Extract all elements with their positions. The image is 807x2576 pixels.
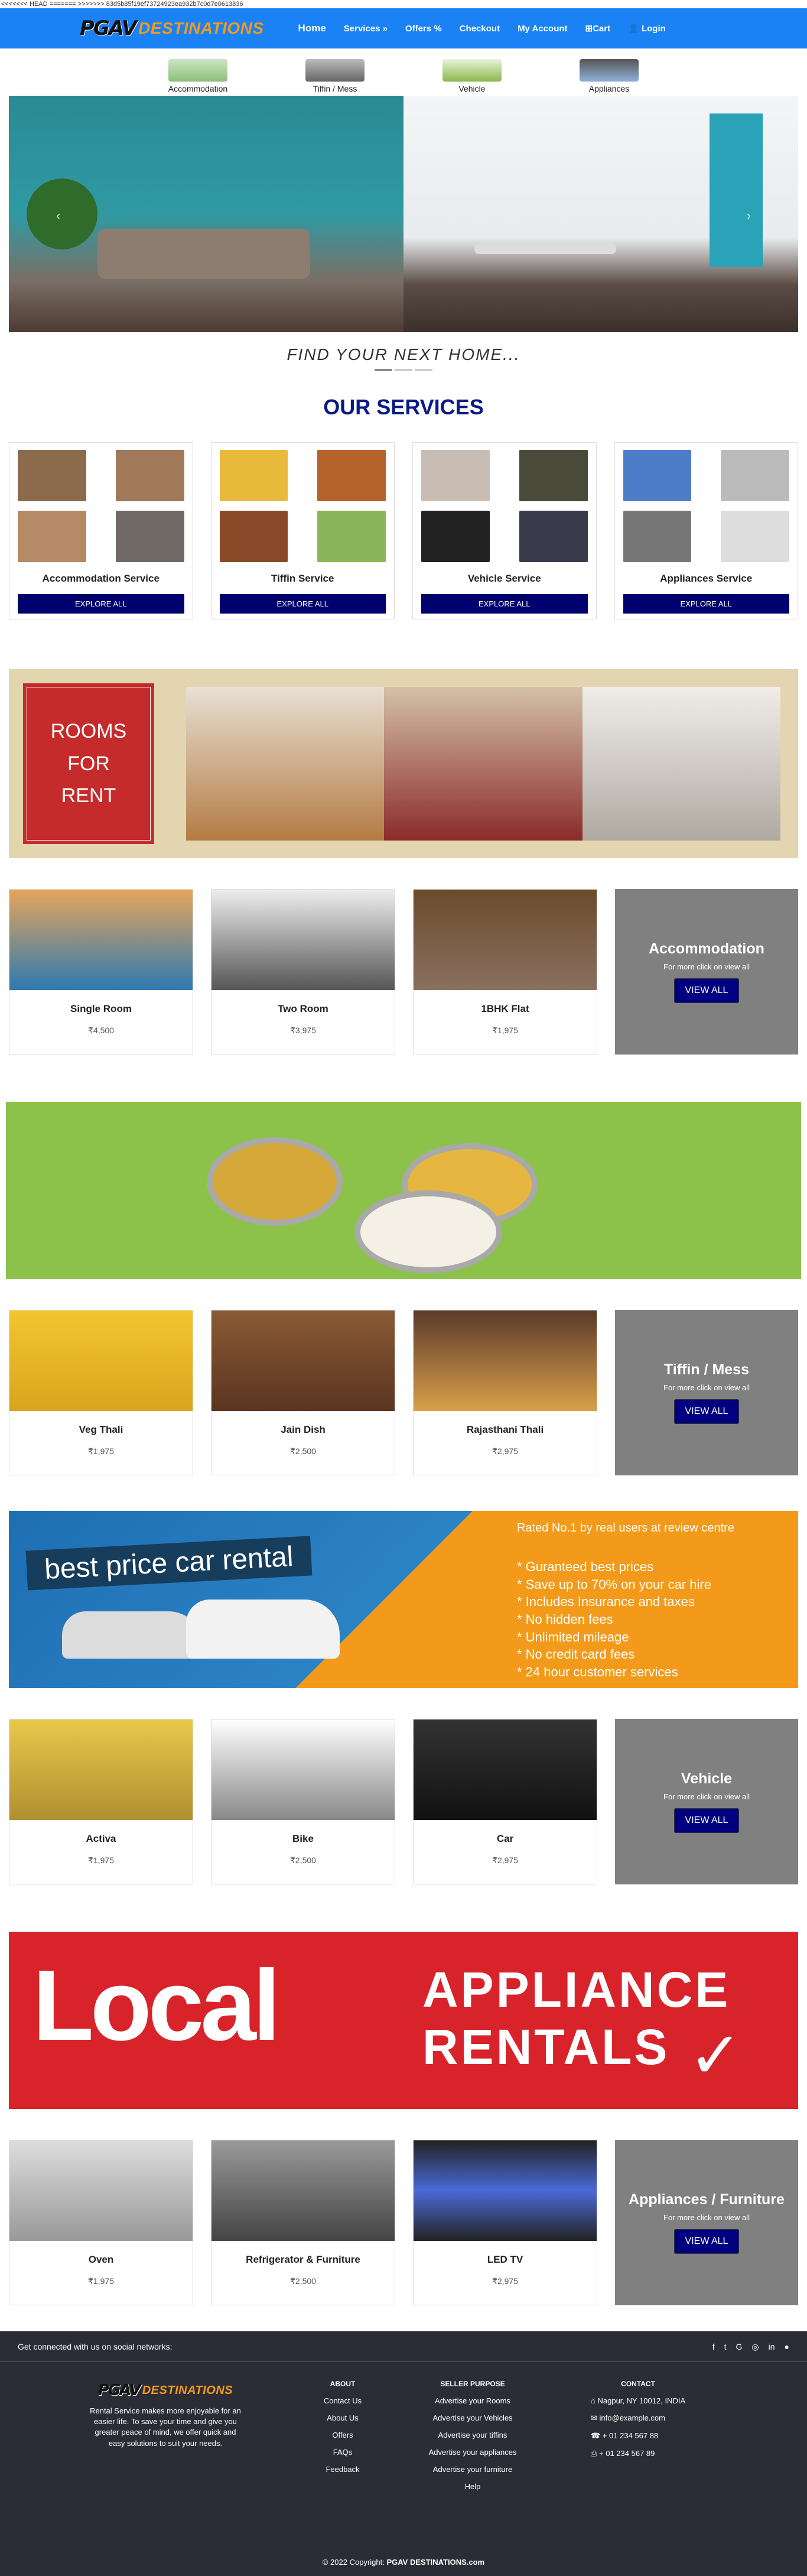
product-card[interactable]: Refrigerator & Furniture ₹2,500 [211, 2140, 395, 2305]
vehicle-promo: Vehicle For more click on view all VIEW AL… [615, 1719, 798, 1884]
rooms-for-rent-banner: ROOMS FOR RENT [9, 669, 798, 858]
product-card[interactable]: Rajasthani Thali ₹2,975 [413, 1310, 597, 1475]
appliances-promo: Appliances / Furniture For more click on … [615, 2140, 798, 2305]
google-icon[interactable]: G [736, 2342, 743, 2361]
nav-login-link[interactable]: 👤 Login [628, 23, 666, 34]
product-card[interactable]: 1BHK Flat ₹1,975 [413, 889, 597, 1055]
user-icon: 👤 [628, 24, 639, 34]
site-footer: Get connected with us on social networks… [0, 2331, 807, 2576]
copyright: © 2022 Copyright: PGAV DESTINATIONS.com [322, 2558, 485, 2567]
vehicle-row: Activa ₹1,975 Bike ₹2,500 Car ₹2,975 Vehicl… [0, 1719, 807, 1884]
explore-all-button[interactable]: EXPLORE ALL [421, 594, 588, 614]
product-card[interactable]: Two Room ₹3,975 [211, 889, 395, 1055]
github-icon[interactable]: ● [785, 2342, 789, 2361]
nav-cart-link[interactable]: ⊞Cart [585, 23, 611, 34]
footer-logo: PGAV DESTINATIONS [97, 2381, 233, 2399]
instagram-icon[interactable]: ◎ [751, 2342, 759, 2361]
home-icon: ⌂ [591, 2396, 596, 2405]
services-heading: OUR SERVICES [323, 395, 484, 419]
explore-all-button[interactable]: EXPLORE ALL [219, 594, 386, 614]
nav-checkout-link[interactable]: Checkout [460, 24, 500, 34]
view-all-button[interactable]: VIEW ALL [673, 1399, 740, 1424]
footer-link[interactable]: Advertise your Rooms [425, 2396, 520, 2405]
footer-link[interactable]: About Us [313, 2413, 372, 2422]
footer-link[interactable]: Contact Us [313, 2396, 372, 2405]
git-conflict-marker: <<<<<<< HEAD ======= >>>>>>> 83d5b85f19e… [0, 0, 807, 8]
carousel-indicators[interactable] [0, 369, 807, 371]
cart-icon: ⊞ [585, 24, 593, 34]
car-rental-banner: best price car rental Rated No.1 by real… [9, 1511, 798, 1688]
services-row: Accommodation Service EXPLORE ALL Tiffin… [0, 442, 807, 619]
chevron-down-icon: » [382, 23, 388, 34]
tiffin-row: Veg Thali ₹1,975 Jain Dish ₹2,500 Rajastha… [0, 1310, 807, 1475]
category-bar: Accommodation Tiffin / Mess Vehicle Appl… [0, 48, 807, 96]
footer-link[interactable]: Advertise your appliances [425, 2448, 520, 2457]
accommodation-promo: Accommodation For more click on view all V… [615, 889, 798, 1055]
nav-account-link[interactable]: My Account [518, 24, 567, 34]
footer-link[interactable]: Advertise your tiffins [425, 2431, 520, 2439]
nav-services-dropdown[interactable]: Services » [344, 24, 388, 34]
car-benefits-list: * Guranteed best prices * Save up to 70% … [517, 1559, 711, 1680]
tiffin-banner [6, 1102, 801, 1279]
product-card[interactable]: Jain Dish ₹2,500 [211, 1310, 395, 1475]
carousel-prev-icon[interactable]: ‹ [56, 208, 60, 223]
view-all-button[interactable]: VIEW ALL [673, 978, 740, 1003]
product-card[interactable]: Activa ₹1,975 [9, 1719, 193, 1884]
accommodation-row: Single Room ₹4,500 Two Room ₹3,975 1BHK Fl… [0, 889, 807, 1055]
appliance-rentals-banner: Local APPLIANCE RENTALS ✓ [9, 1932, 798, 2109]
nav-home-link[interactable]: Home [298, 22, 326, 34]
footer-link[interactable]: Feedback [313, 2465, 372, 2474]
category-tiffin[interactable]: Tiffin / Mess [266, 59, 403, 93]
product-card[interactable]: Veg Thali ₹1,975 [9, 1310, 193, 1475]
product-card[interactable]: Oven ₹1,975 [9, 2140, 193, 2305]
brand-logo[interactable]: PGAV DESTINATIONS [80, 15, 264, 41]
hero-carousel[interactable]: ‹ › [9, 96, 798, 332]
email-icon: ✉ [591, 2413, 597, 2422]
copyright-link[interactable]: PGAV DESTINATIONS.com [386, 2558, 484, 2567]
footer-link[interactable]: Advertise your Vehicles [425, 2413, 520, 2422]
print-icon: ⎙ [591, 2449, 597, 2458]
explore-all-button[interactable]: EXPLORE ALL [623, 594, 789, 614]
linkedin-icon[interactable]: in [769, 2342, 775, 2361]
hero-caption: FIND YOUR NEXT HOME... [287, 345, 520, 364]
category-appliances[interactable]: Appliances [541, 59, 678, 93]
explore-all-button[interactable]: EXPLORE ALL [18, 594, 184, 614]
footer-link[interactable]: Help [425, 2482, 520, 2491]
view-all-button[interactable]: VIEW ALL [673, 2229, 740, 2254]
rooms-sign: ROOMS FOR RENT [23, 683, 154, 844]
product-card[interactable]: Car ₹2,975 [413, 1719, 597, 1884]
service-card: Vehicle Service EXPLORE ALL [412, 442, 597, 619]
category-accommodation[interactable]: Accommodation [129, 59, 266, 93]
checkmark-icon: ✓ [688, 2019, 743, 2092]
footer-link[interactable]: Advertise your furniture [425, 2465, 520, 2474]
twitter-icon[interactable]: t [724, 2342, 727, 2361]
appliances-row: Oven ₹1,975 Refrigerator & Furniture ₹2,50… [0, 2140, 807, 2305]
service-card: Accommodation Service EXPLORE ALL [9, 442, 193, 619]
carousel-next-icon[interactable]: › [747, 208, 751, 223]
category-vehicle[interactable]: Vehicle [403, 59, 541, 93]
product-card[interactable]: LED TV ₹2,975 [413, 2140, 597, 2305]
view-all-button[interactable]: VIEW ALL [673, 1808, 740, 1833]
top-navbar: PGAV DESTINATIONS Home Services » Offers… [0, 8, 807, 48]
phone-icon: ☎ [591, 2431, 601, 2440]
nav-offers-link[interactable]: Offers % [405, 24, 442, 34]
product-card[interactable]: Single Room ₹4,500 [9, 889, 193, 1055]
facebook-icon[interactable]: f [712, 2342, 715, 2361]
social-text: Get connected with us on social networks… [18, 2342, 173, 2351]
footer-link[interactable]: FAQs [313, 2448, 372, 2457]
tiffin-promo: Tiffin / Mess For more click on view all V… [615, 1310, 798, 1475]
footer-link[interactable]: Offers [313, 2431, 372, 2439]
product-card[interactable]: Bike ₹2,500 [211, 1719, 395, 1884]
service-card: Appliances Service EXPLORE ALL [614, 442, 798, 619]
service-card: Tiffin Service EXPLORE ALL [210, 442, 395, 619]
